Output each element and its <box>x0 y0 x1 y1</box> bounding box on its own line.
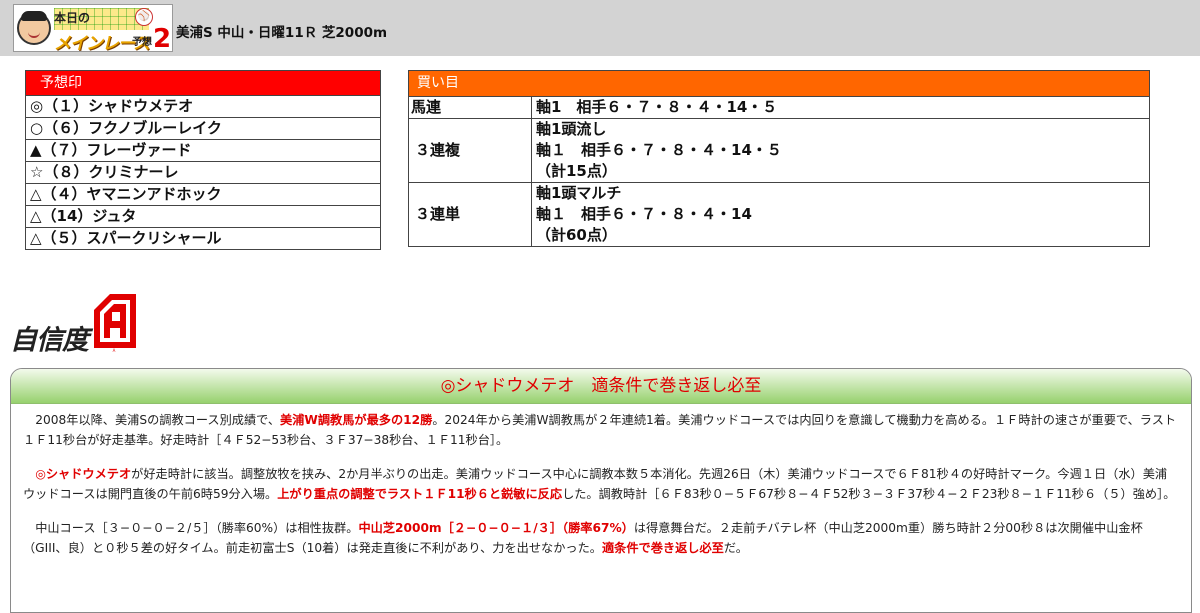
analysis-panel: ◎シャドウメテオ 適条件で巻き返し必至 2008年以降、美浦Sの調教コース別成績… <box>10 368 1192 613</box>
analysis-paragraph: 中山コース［３−０−０−２/５］（勝率60%）は相性抜群。中山芝2000m［２−… <box>23 518 1179 558</box>
prediction-item: ▲（７）フレーヴァード <box>25 139 381 162</box>
analysis-body: 2008年以降、美浦Sの調教コース別成績で、美浦W調教馬が最多の12勝。2024… <box>11 404 1191 558</box>
analysis-title: ◎シャドウメテオ 適条件で巻き返し必至 <box>11 369 1191 404</box>
bet-row: ３連複 軸1頭流し 軸１ 相手６・７・８・４・14・５ （計15点） <box>408 118 1150 183</box>
bet-type: 馬連 <box>408 96 532 119</box>
paragraph-text: 中山コース［３−０−０−２/５］（勝率60%）は相性抜群。 <box>35 521 359 535</box>
confidence-grade-text: A <box>113 348 116 353</box>
bet-line: 軸１ 相手６・７・８・４・14 <box>536 205 752 223</box>
bet-type: ３連単 <box>408 182 532 247</box>
prediction-item: △（５）スパークリシャール <box>25 227 381 250</box>
baseball-icon: ⚾ <box>135 8 153 26</box>
bet-row: 馬連 軸1 相手６・７・８・４・14・５ <box>408 96 1150 119</box>
paragraph-text: だ。 <box>723 541 748 555</box>
bet-line: 軸１ 相手６・７・８・４・14・５ <box>536 141 782 159</box>
highlight-text: 上がり重点の調整でラスト１Ｆ11秒６と鋭敏に反応 <box>277 487 563 501</box>
logo-text-today: 本日の <box>54 11 91 25</box>
bet-line: （計15点） <box>536 162 617 180</box>
bet-line: 軸1 相手６・７・８・４・14・５ <box>536 98 778 116</box>
tipster-face-icon <box>17 11 51 45</box>
bet-line: 軸1頭マルチ <box>536 184 622 202</box>
prediction-marks-header: 予想印 <box>25 70 381 96</box>
confidence-label: 自信度 <box>10 325 89 356</box>
prediction-marks-table: 予想印 ◎（１）シャドウメテオ ○（６）フクノブルーレイク ▲（７）フレーヴァー… <box>25 70 381 250</box>
paragraph-text: 2008年以降、美浦Sの調教コース別成績で、 <box>35 413 281 427</box>
analysis-paragraph: ◎シャドウメテオが好走時計に該当。調整放牧を挟み、2か月半ぶりの出走。美浦ウッド… <box>23 464 1179 504</box>
analysis-paragraph: 2008年以降、美浦Sの調教コース別成績で、美浦W調教馬が最多の12勝。2024… <box>23 410 1179 450</box>
header-bar: ⚾ 本日の メインレース 予想 2 美浦S 中山・日曜11Ｒ 芝2000m <box>0 0 1200 56</box>
logo-text-number: 2 <box>153 24 172 52</box>
highlight-text: 美浦W調教馬が最多の12勝 <box>280 413 433 427</box>
logo-text-prediction: 予想 <box>132 37 152 48</box>
highlight-text: 適条件で巻き返し必至 <box>602 541 724 555</box>
highlight-text: 中山芝2000m［２−０−０−１/３］（勝率67%） <box>358 521 634 535</box>
bet-row: ３連単 軸1頭マルチ 軸１ 相手６・７・８・４・14 （計60点） <box>408 182 1150 247</box>
bet-line: 軸1頭流し <box>536 120 607 138</box>
prediction-item: ◎（１）シャドウメテオ <box>25 95 381 118</box>
bets-table: 買い目 馬連 軸1 相手６・７・８・４・14・５ ３連複 軸1頭流し 軸１ 相手… <box>408 70 1150 247</box>
highlight-text: ◎シャドウメテオ <box>35 467 132 481</box>
bet-type: ３連複 <box>408 118 532 183</box>
prediction-item: ○（６）フクノブルーレイク <box>25 117 381 140</box>
prediction-item: △（４）ヤマニンアドホック <box>25 183 381 206</box>
bet-detail: 軸1頭マルチ 軸１ 相手６・７・８・４・14 （計60点） <box>531 182 1150 247</box>
bet-detail: 軸1 相手６・７・８・４・14・５ <box>531 96 1150 119</box>
main-race-logo[interactable]: ⚾ 本日の メインレース 予想 2 <box>13 4 173 52</box>
paragraph-text: した。調教時計［６Ｆ83秒０−５Ｆ67秒８−４Ｆ52秒３−３Ｆ37秒４−２Ｆ23… <box>562 487 1176 501</box>
race-title: 美浦S 中山・日曜11Ｒ 芝2000m <box>176 25 388 41</box>
prediction-item: ☆（８）クリミナーレ <box>25 161 381 184</box>
bet-detail: 軸1頭流し 軸１ 相手６・７・８・４・14・５ （計15点） <box>531 118 1150 183</box>
prediction-item: △（14）ジュタ <box>25 205 381 228</box>
bets-header: 買い目 <box>408 70 1150 97</box>
confidence-grade-a-icon: A <box>94 294 136 353</box>
bet-line: （計60点） <box>536 226 617 244</box>
